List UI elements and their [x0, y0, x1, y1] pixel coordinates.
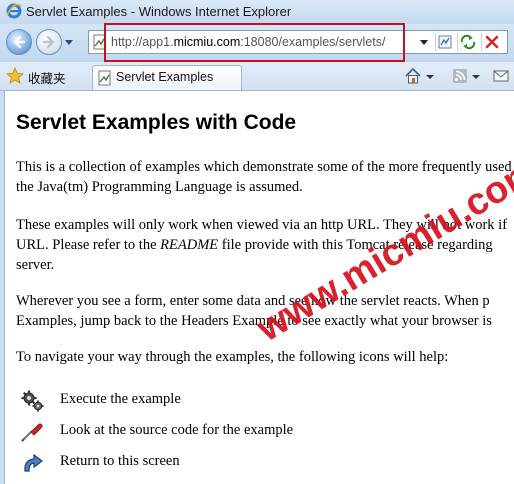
compatibility-view-button[interactable]	[435, 33, 456, 51]
navigation-paragraph: To navigate your way through the example…	[16, 347, 448, 367]
http-line-2-end: file provide with this Tomcat release re…	[218, 237, 493, 253]
gears-icon[interactable]	[19, 389, 45, 413]
tab-servlet-examples[interactable]: Servlet Examples	[92, 65, 242, 90]
window-title: Servlet Examples - Windows Internet Expl…	[26, 4, 292, 19]
form-line-1: Wherever you see a form, enter some data…	[16, 293, 490, 309]
navigation-line-1: To navigate your way through the example…	[16, 349, 449, 365]
http-url-paragraph: These examples will only work when viewe…	[16, 215, 507, 275]
page-content: Servlet Examples with Code This is a col…	[4, 91, 514, 484]
intro-paragraph: This is a collection of examples which d…	[16, 157, 512, 197]
star-icon	[6, 67, 24, 84]
execute-example-label: Execute the example	[60, 391, 181, 407]
forward-button[interactable]	[36, 29, 62, 55]
page-icon	[98, 70, 111, 86]
favorites-bar: 收藏夹 Servlet Examples	[0, 62, 514, 91]
favorites-label: 收藏夹	[28, 72, 66, 86]
intro-line-2: the Java(tm) Programming Language is ass…	[16, 179, 303, 195]
http-line-2-start: URL. Please refer to the	[16, 237, 161, 253]
source-code-row: Look at the source code for the example	[19, 420, 419, 444]
screwdriver-icon[interactable]	[19, 420, 45, 444]
title-bar: Servlet Examples - Windows Internet Expl…	[0, 0, 514, 24]
refresh-button[interactable]	[457, 33, 478, 51]
recent-pages-dropdown-icon[interactable]	[64, 37, 74, 47]
refresh-icon	[460, 34, 476, 50]
form-line-2: Examples, jump back to the Headers Examp…	[16, 313, 492, 329]
page-title: Servlet Examples with Code	[16, 111, 297, 134]
compatibility-view-icon	[438, 35, 452, 49]
mail-icon[interactable]	[492, 67, 510, 85]
tab-label: Servlet Examples	[116, 70, 214, 84]
form-paragraph: Wherever you see a form, enter some data…	[16, 291, 492, 331]
internet-explorer-icon	[6, 3, 22, 19]
back-button[interactable]	[6, 29, 32, 55]
home-icon[interactable]	[404, 67, 422, 85]
back-arrow-icon	[13, 35, 26, 49]
http-line-3: server.	[16, 257, 55, 273]
rss-feed-icon[interactable]	[452, 67, 468, 85]
address-dropdown-icon[interactable]	[419, 37, 429, 47]
return-screen-label: Return to this screen	[60, 453, 180, 469]
stop-icon	[485, 35, 499, 49]
address-highlight-box	[104, 23, 405, 62]
return-arrow-icon[interactable]	[19, 451, 45, 475]
execute-example-row: Execute the example	[19, 389, 419, 413]
feed-dropdown-icon[interactable]	[472, 67, 480, 85]
home-dropdown-icon[interactable]	[426, 67, 434, 85]
stop-button[interactable]	[481, 33, 502, 51]
http-line-1: These examples will only work when viewe…	[16, 217, 508, 233]
favorites-button[interactable]: 收藏夹	[6, 66, 80, 86]
source-code-label: Look at the source code for the example	[60, 422, 294, 438]
intro-line-1: This is a collection of examples which d…	[16, 159, 512, 175]
return-screen-row: Return to this screen	[19, 451, 419, 475]
forward-arrow-icon	[42, 35, 55, 49]
readme-link[interactable]: README	[160, 237, 218, 253]
